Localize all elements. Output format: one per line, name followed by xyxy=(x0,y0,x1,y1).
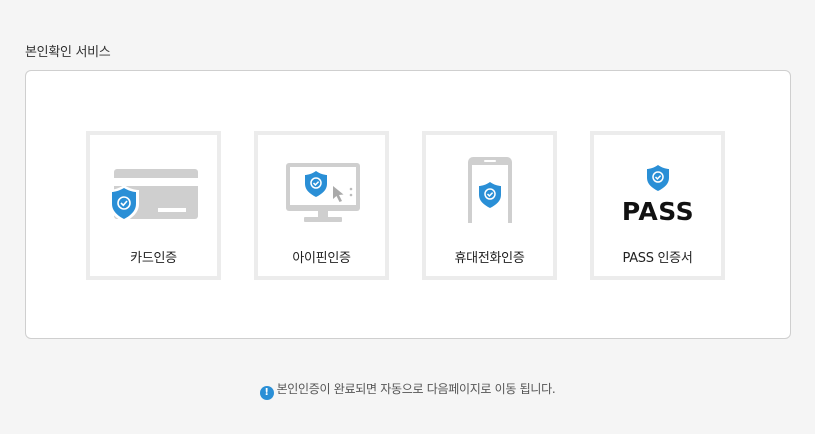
ipin-auth-option[interactable]: 아이핀인증 xyxy=(254,131,389,280)
ipin-auth-label: 아이핀인증 xyxy=(292,251,351,266)
verification-panel: 카드인증 아이핀인증 휴대전화인증 PASS PASS 인증서 xyxy=(25,70,791,339)
phone-auth-option[interactable]: 휴대전화인증 xyxy=(422,131,557,280)
monitor-shield-icon xyxy=(286,163,360,222)
pass-logo-text: PASS xyxy=(622,197,694,223)
pass-logo-icon: PASS xyxy=(622,165,694,223)
phone-shield-icon xyxy=(468,157,512,223)
notice-text: 본인인증이 완료되면 자동으로 다음페이지로 이동 됩니다. xyxy=(276,382,556,396)
section-title: 본인확인 서비스 xyxy=(25,45,111,60)
card-auth-label: 카드인증 xyxy=(130,251,177,266)
pass-auth-option[interactable]: PASS PASS 인증서 xyxy=(590,131,725,280)
card-auth-option[interactable]: 카드인증 xyxy=(86,131,221,280)
phone-auth-label: 휴대전화인증 xyxy=(454,251,525,266)
card-shield-icon xyxy=(109,169,198,222)
info-icon: ! xyxy=(259,386,274,400)
pass-auth-label: PASS 인증서 xyxy=(622,251,693,266)
notice: ! 본인인증이 완료되면 자동으로 다음페이지로 이동 됩니다. xyxy=(0,380,815,400)
